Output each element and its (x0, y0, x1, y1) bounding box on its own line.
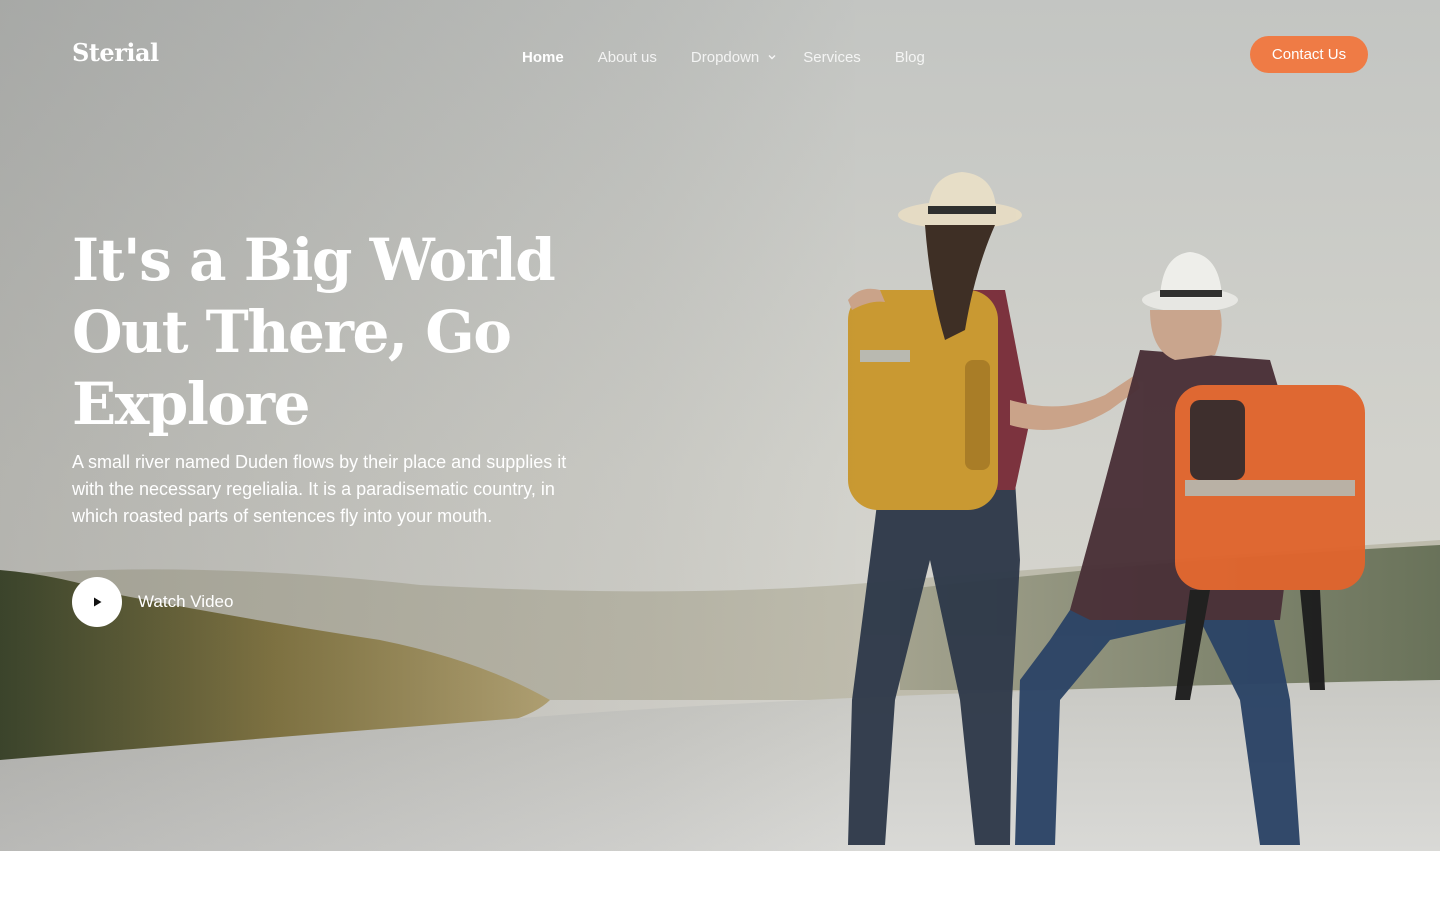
hero-headline: It's a Big World Out There, Go Explore (72, 226, 556, 438)
nav-item-blog[interactable]: Blog (895, 46, 925, 68)
nav-item-label: Blog (894, 48, 925, 66)
hero-description: A small river named Duden flows by their… (72, 452, 567, 526)
nav-item-label: About us (597, 48, 657, 66)
nav-item-label: Dropdown (690, 48, 760, 66)
hero-section: Sterial Home About us Dropdown Services … (0, 0, 1440, 851)
navbar: Sterial Home About us Dropdown Services … (0, 0, 1440, 110)
nav-item-dropdown[interactable]: Dropdown (691, 46, 777, 68)
chevron-down-icon (768, 55, 776, 60)
nav-item-label: Home (522, 48, 564, 66)
nav-item-home[interactable]: Home (522, 46, 564, 68)
nav-item-label: Services (803, 48, 861, 66)
watch-video-link[interactable]: Watch Video (72, 577, 233, 627)
nav-item-services[interactable]: Services (803, 46, 861, 68)
brand-logo[interactable]: Sterial (72, 38, 159, 67)
watch-video-label: Watch Video (138, 592, 234, 611)
main-menu: Home About us Dropdown Services Blog (522, 46, 959, 68)
nav-item-about[interactable]: About us (598, 46, 657, 68)
play-icon (94, 597, 102, 607)
play-button[interactable] (72, 577, 122, 627)
contact-us-button[interactable]: Contact Us (1250, 36, 1368, 73)
